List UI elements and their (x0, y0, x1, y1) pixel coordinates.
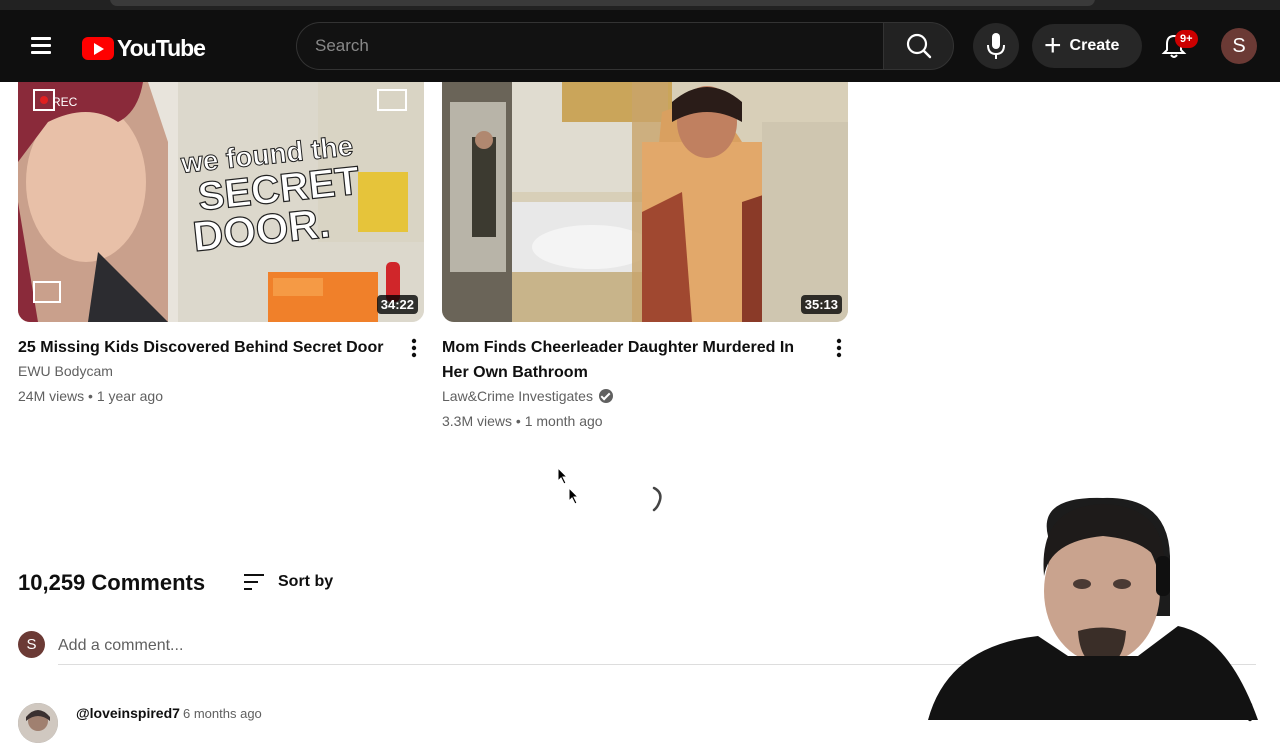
commenter-avatar[interactable] (18, 703, 58, 743)
video-age: 1 month ago (524, 413, 603, 429)
masthead: YouTube + Create 9+ S (0, 10, 1280, 82)
logo-text: YouTube (117, 34, 206, 61)
thumbnail-image (442, 82, 848, 322)
comment-time[interactable]: 6 months ago (183, 706, 262, 721)
notification-badge: 9+ (1175, 30, 1198, 48)
mouse-cursor-icon (568, 487, 580, 505)
video-thumbnail[interactable]: 35:13 (442, 82, 848, 322)
video-channel-name[interactable]: Law&Crime Investigates (442, 388, 593, 404)
thumbnail-rec-text: REC (52, 95, 78, 109)
video-thumbnail[interactable]: REC we found the SECRET DOOR. 34:22 (18, 82, 424, 322)
video-channel[interactable]: EWU Bodycam (18, 363, 113, 379)
video-views: 3.3M views (442, 413, 513, 429)
video-card[interactable]: REC we found the SECRET DOOR. 34:22 25 M… (18, 82, 424, 412)
video-title[interactable]: 25 Missing Kids Discovered Behind Secret… (18, 335, 388, 360)
voice-search-button[interactable] (973, 23, 1019, 69)
more-vert-icon (411, 338, 417, 358)
sort-by-label: Sort by (278, 573, 334, 590)
thumbnail-image: REC we found the SECRET DOOR. (18, 82, 424, 322)
user-avatar: S (18, 631, 45, 658)
create-label: Create (1069, 37, 1120, 54)
more-vert-icon (836, 338, 842, 358)
youtube-play-icon (82, 36, 114, 60)
comment-author[interactable]: @loveinspired7 (76, 705, 180, 721)
video-channel[interactable]: Law&Crime Investigates (442, 388, 613, 404)
browser-chrome (0, 0, 1280, 10)
verified-icon (598, 389, 613, 403)
video-meta: 24M views • 1 year ago (18, 388, 163, 404)
microphone-icon (987, 33, 1005, 59)
video-age: 1 year ago (96, 388, 163, 404)
sort-icon (244, 574, 264, 590)
create-button[interactable]: + Create (1032, 24, 1142, 68)
video-duration: 34:22 (376, 295, 418, 314)
browser-address-bar[interactable] (110, 0, 1095, 6)
loading-spinner-icon (652, 486, 662, 512)
search-box (296, 22, 883, 70)
search-input[interactable] (297, 23, 855, 69)
video-title[interactable]: Mom Finds Cheerleader Daughter Murdered … (442, 335, 812, 385)
more-options-button[interactable] (402, 336, 426, 360)
webcam-overlay (888, 496, 1280, 720)
video-card[interactable]: 35:13 Mom Finds Cheerleader Daughter Mur… (442, 82, 848, 432)
youtube-logo[interactable]: YouTube (82, 34, 206, 62)
search-icon (906, 33, 932, 59)
mouse-cursor-icon (557, 467, 569, 485)
account-avatar[interactable]: S (1221, 28, 1257, 64)
commenter-avatar-image (18, 703, 58, 743)
webcam-image (928, 497, 1258, 720)
plus-icon: + (1044, 29, 1062, 62)
video-views: 24M views (18, 388, 85, 404)
more-options-button[interactable] (827, 336, 851, 360)
menu-icon[interactable] (24, 33, 56, 61)
video-meta: 3.3M views • 1 month ago (442, 413, 603, 429)
video-duration: 35:13 (800, 295, 842, 314)
comments-count: 10,259 Comments (18, 570, 206, 595)
search-button[interactable] (883, 22, 954, 70)
sort-by-button[interactable]: Sort by (242, 570, 333, 594)
